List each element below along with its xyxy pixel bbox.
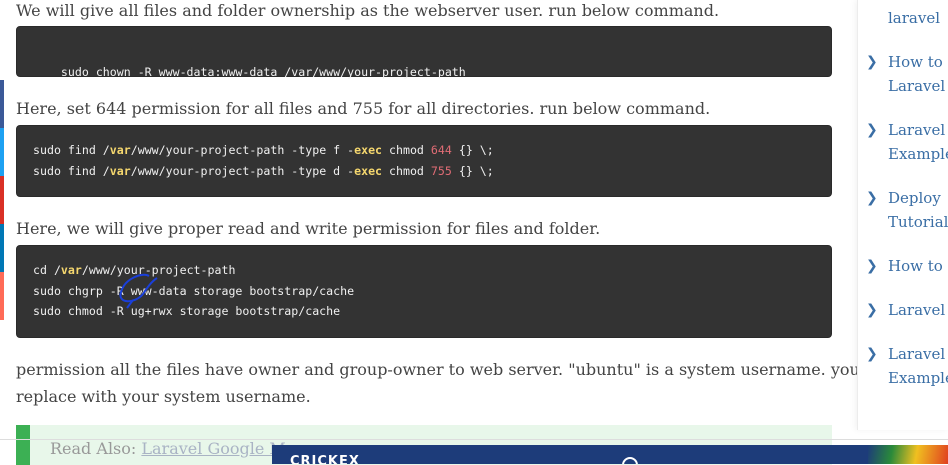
- paragraph-read-write: Here, we will give proper read and write…: [16, 219, 601, 238]
- sidebar-item[interactable]: ❯ How to Laravel: [866, 50, 945, 98]
- read-also-label: Read Also:: [50, 439, 137, 458]
- code-text: sudo chown -R www-data:www-data /var/www…: [60, 64, 466, 79]
- chevron-right-icon: ❯: [866, 54, 878, 70]
- sidebar-item-label[interactable]: How to Laravel: [888, 50, 945, 98]
- social-share-strip[interactable]: [0, 80, 4, 320]
- sidebar-item[interactable]: ❯ How to: [866, 254, 943, 278]
- chevron-right-icon: ❯: [866, 346, 878, 362]
- ad-brand-text: CRICKEX: [290, 454, 360, 464]
- paragraph-note-line2: replace with your system username.: [16, 387, 311, 406]
- sidebar-item-label[interactable]: Laravel: [888, 298, 945, 322]
- facebook-share[interactable]: [0, 80, 4, 128]
- paragraph-permission: Here, set 644 permission for all files a…: [16, 99, 711, 118]
- advertisement-banner[interactable]: CRICKEX: [272, 445, 948, 464]
- sidebar-item-label[interactable]: Deploy Tutorial: [888, 186, 948, 234]
- sidebar-item[interactable]: laravel: [866, 6, 940, 30]
- sidebar-item-label[interactable]: Laravel Example: [888, 342, 948, 390]
- sidebar-item[interactable]: ❯ Laravel Example: [866, 118, 948, 166]
- sidebar-item[interactable]: ❯ Deploy Tutorial: [866, 186, 948, 234]
- more-share[interactable]: [0, 272, 4, 320]
- paragraph-note-line1: permission all the files have owner and …: [16, 360, 925, 379]
- twitter-share[interactable]: [0, 128, 4, 176]
- sidebar-item-label[interactable]: Laravel Example: [888, 118, 948, 166]
- code-line: sudo find /var/www/your-project-path -ty…: [33, 143, 494, 157]
- chevron-right-icon: ❯: [866, 122, 878, 138]
- divider: [0, 439, 948, 440]
- pen-annotation-icon: [119, 273, 158, 309]
- code-block-find[interactable]: sudo find /var/www/your-project-path -ty…: [16, 125, 832, 197]
- ad-logo-icon: [622, 457, 638, 464]
- code-line: sudo find /var/www/your-project-path -ty…: [33, 163, 494, 178]
- pinterest-share[interactable]: [0, 176, 4, 224]
- sidebar-related-posts: laravel ❯ How to Laravel ❯ Laravel Example…: [857, 0, 948, 430]
- code-line: sudo chown -R www-data:www-data /var/www…: [33, 41, 815, 103]
- read-also-link[interactable]: Laravel Google M: [141, 439, 285, 458]
- linkedin-share[interactable]: [0, 224, 4, 272]
- paragraph-ownership: We will give all files and folder owners…: [16, 1, 720, 20]
- code-block-chown[interactable]: sudo chown -R www-data:www-data /var/www…: [16, 26, 832, 79]
- sidebar-item[interactable]: ❯ Laravel: [866, 298, 945, 322]
- sidebar-item-label[interactable]: How to: [888, 254, 943, 278]
- chevron-right-icon: ❯: [866, 258, 878, 274]
- chevron-right-icon: ❯: [866, 190, 878, 206]
- sidebar-item[interactable]: ❯ Laravel Example: [866, 342, 948, 390]
- ad-graphic: [868, 445, 948, 464]
- sidebar-item-label[interactable]: laravel: [888, 6, 940, 30]
- chevron-right-icon: ❯: [866, 302, 878, 318]
- code-block-chgrp[interactable]: cd /var/www/your-project-path sudo chgrp…: [16, 245, 832, 338]
